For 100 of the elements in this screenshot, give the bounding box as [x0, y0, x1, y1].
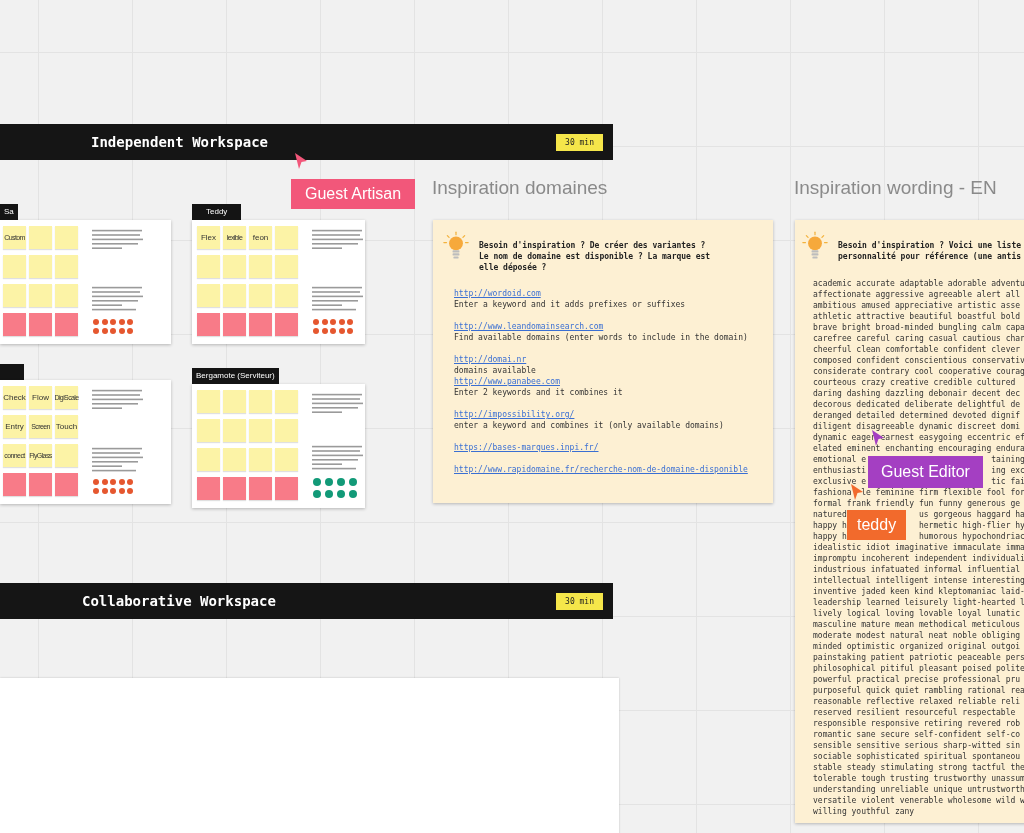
duration-badge: 30 min — [556, 133, 603, 151]
text-line: formal frank friendly fun funny generous ge — [813, 498, 1021, 509]
link[interactable]: http://www.rapidomaine.fr/recherche-nom-de-domaine-disponible — [454, 464, 748, 475]
text-line: us gorgeous haggard ha — [918, 509, 1024, 520]
cursor-label: Guest Editor — [868, 456, 983, 488]
text-line: masculine mature mean methodical meticulous — [813, 619, 1021, 630]
text-line: diligent disagreeable dynamic discreet domi — [813, 421, 1021, 432]
text-line: affectionate aggressive agreeable alert all — [813, 289, 1021, 300]
card-heading: Inspiration wording - EN — [794, 177, 997, 199]
text-line: responsible responsive retiring revered rob — [813, 718, 1021, 729]
text-line: stable steady stimulating strong tactful the — [813, 762, 1024, 773]
sticky-note — [3, 254, 26, 278]
text-line: industrious infatuated informal influential — [813, 564, 1021, 575]
text-line: natured — [813, 509, 847, 520]
intro-text: Le nom de domaine est disponible ? La marque est — [479, 251, 711, 262]
sticky-note — [3, 283, 26, 307]
text-line: humorous hypochondriac — [918, 531, 1024, 542]
sticky-note — [3, 312, 26, 336]
link[interactable]: http://impossibility.org/ — [454, 409, 575, 420]
text-line: cheerful clean comfortable confident clever — [813, 344, 1021, 355]
sticky-note — [29, 225, 52, 249]
text-line: minded optimistic organized original outgoi — [813, 641, 1021, 652]
text-line: Enter 2 keywords and it combines it — [454, 387, 623, 398]
sticky-note — [197, 447, 220, 471]
intro-text: elle déposée ? — [479, 262, 548, 273]
text-line: impromptu incoherent independent individuali — [813, 553, 1024, 564]
board-owner: Teddy — [206, 207, 228, 216]
intro-text: Besoin d'inspiration ? Voici une liste — [838, 240, 1022, 251]
illegible-text-drawing — [312, 286, 364, 313]
link[interactable]: http://www.leandomainsearch.com — [454, 321, 604, 332]
text-line: fashiona — [813, 487, 852, 498]
link[interactable]: http://domai.nr — [454, 354, 527, 365]
sticky-note — [249, 283, 272, 307]
link[interactable]: https://bases-marques.inpi.fr/ — [454, 442, 599, 453]
text-line: ambitious amused appreciative artistic asse — [813, 300, 1021, 311]
text-line: brave bright broad-minded bungling calm capa — [813, 322, 1024, 333]
sticky-note — [223, 389, 246, 413]
sticky-note — [29, 312, 52, 336]
text-line: hermetic high-flier hy — [918, 520, 1024, 531]
text-line: decorous dedicated deliberate delightful de — [813, 399, 1021, 410]
sticky-text: Flex — [200, 232, 217, 242]
text-line: powerful practical precise professional pru — [813, 674, 1021, 685]
illegible-text-drawing — [92, 286, 144, 313]
sticky-note — [197, 254, 220, 278]
sticky-note — [55, 254, 78, 278]
text-line: willing youthful zany — [813, 806, 915, 817]
sticky-note — [249, 476, 272, 500]
text-line: philosophical pitiful pleasant poised polite — [813, 663, 1024, 674]
sticky-note — [223, 312, 246, 336]
text-line: tic fai — [991, 476, 1024, 487]
board-owner: Bergamote (Serviteur) — [196, 371, 275, 380]
text-line: carefree careful caring casual cautious char — [813, 333, 1024, 344]
sticky-text: Flow — [32, 393, 49, 402]
lightbulb-icon — [802, 231, 828, 261]
text-line: reserved resilient resourceful respectable — [813, 707, 1016, 718]
text-line: romantic sane secure self-confident self-co — [813, 729, 1021, 740]
illegible-text-drawing — [312, 392, 364, 415]
sticky-note — [3, 473, 26, 496]
sticky-note — [55, 312, 78, 336]
lightbulb-icon — [443, 231, 469, 261]
text-line: painstaking patient patriotic peaceable pers — [813, 652, 1024, 663]
cursor-label: Guest Artisan — [291, 179, 416, 209]
text-line: idealistic idiot imaginative immaculate imma — [813, 542, 1024, 553]
text-line: enthusiasti — [813, 465, 866, 476]
sticky-note — [197, 418, 220, 442]
sticky-note — [275, 225, 298, 249]
intro-text: Besoin d'inspiration ? De créer des variantes ? — [479, 240, 707, 251]
text-line: elated eminent enchanting encouraging endura — [813, 443, 1024, 454]
text-line: sociable sophisticated spiritual spontaneou — [813, 751, 1021, 762]
text-line: domains available — [454, 365, 536, 376]
sticky-note — [223, 476, 246, 500]
text-line: emotional e — [813, 454, 866, 465]
sticky-note — [29, 254, 52, 278]
text-line: purposeful quick quiet rambling rational rea — [813, 685, 1024, 696]
text-line: academic accurate adaptable adorable adventu — [813, 278, 1024, 289]
text-line: understanding unreliable unique untrustworth — [813, 784, 1024, 795]
text-line: reasonable reflective relaxed reliable reli — [813, 696, 1021, 707]
text-line: Find available domains (enter words to include in the domain) — [454, 332, 748, 343]
sticky-note — [275, 254, 298, 278]
sticky-note — [223, 254, 246, 278]
text-line: versatile violent venerable wholesome wild w — [813, 795, 1024, 806]
sticky-text: feon — [252, 232, 269, 242]
text-line: courteous crazy creative credible cultured — [813, 377, 1016, 388]
text-line: happy h — [813, 520, 847, 531]
sticky-note — [249, 254, 272, 278]
illegible-text-drawing — [312, 228, 364, 251]
sticky-note — [55, 283, 78, 307]
card-heading: Inspiration domaines — [432, 177, 608, 199]
sticky-note — [249, 312, 272, 336]
board-owner: Sa — [4, 207, 14, 216]
link[interactable]: http://wordoid.com — [454, 288, 541, 299]
text-line: le feminine firm flexible fool for — [861, 487, 1024, 498]
section-title: Collaborative Workspace — [82, 593, 276, 609]
text-line: considerate contrary cool cooperative courag — [813, 366, 1024, 377]
illegible-text-drawing — [312, 445, 364, 472]
text-line: enter a keyword and combines it (only available domains) — [454, 420, 724, 431]
text-line: moderate modest natural neat noble obliging — [813, 630, 1021, 641]
link[interactable]: http://www.panabee.com — [454, 376, 560, 387]
sticky-note — [223, 418, 246, 442]
illegible-text-drawing — [92, 389, 144, 411]
